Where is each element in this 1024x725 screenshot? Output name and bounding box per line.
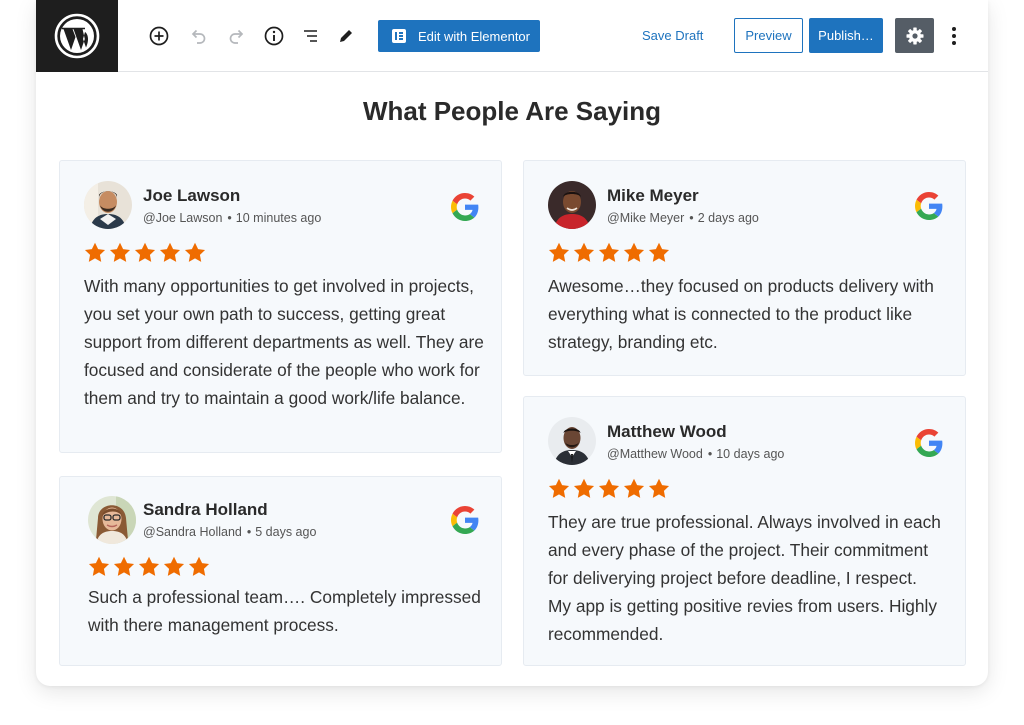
avatar xyxy=(88,496,136,544)
reviewer-name: Sandra Holland xyxy=(143,500,268,519)
dot-icon xyxy=(952,27,956,31)
star-icon xyxy=(623,478,645,498)
wordpress-logo-button[interactable] xyxy=(36,0,118,72)
pencil-icon[interactable] xyxy=(334,24,358,48)
review-meta: @Sandra Holland • 5 days ago xyxy=(143,525,316,539)
avatar xyxy=(548,417,596,465)
review-text: They are true professional. Always invol… xyxy=(548,512,941,644)
reviewer-handle: @Mike Meyer xyxy=(607,211,685,225)
star-icon xyxy=(184,242,206,262)
review-time: 2 days ago xyxy=(697,211,759,225)
editor-window: Edit with Elementor Save Draft Preview P… xyxy=(36,0,988,686)
reviewer-name: Joe Lawson xyxy=(143,186,241,205)
review-card: Sandra Holland @Sandra Holland • 5 days ag… xyxy=(59,476,502,666)
reviewer-name: Mike Meyer xyxy=(607,186,699,205)
review-card: Mike Meyer @Mike Meyer • 2 days ago Awesom… xyxy=(523,160,966,376)
separator-dot: • xyxy=(246,525,252,539)
dot-icon xyxy=(952,41,956,45)
separator-dot: • xyxy=(707,447,713,461)
more-options-button[interactable] xyxy=(944,24,964,48)
star-icon xyxy=(109,242,131,262)
review-meta: @Joe Lawson • 10 minutes ago xyxy=(143,211,321,225)
undo-icon[interactable] xyxy=(186,24,210,48)
edit-with-elementor-label: Edit with Elementor xyxy=(418,28,530,44)
editor-toolbar: Edit with Elementor Save Draft Preview P… xyxy=(36,0,988,72)
star-icon xyxy=(573,242,595,262)
review-text: Such a professional team…. Completely im… xyxy=(88,587,481,635)
reviewer-name: Matthew Wood xyxy=(607,422,727,441)
review-time: 10 minutes ago xyxy=(235,211,322,225)
star-icon xyxy=(573,478,595,498)
dot-icon xyxy=(952,34,956,38)
settings-button[interactable] xyxy=(895,18,934,53)
avatar xyxy=(84,181,132,229)
star-icon xyxy=(598,242,620,262)
google-icon xyxy=(451,506,479,534)
review-time: 5 days ago xyxy=(255,525,317,539)
reviewer-handle: @Matthew Wood xyxy=(607,447,703,461)
page-title: What People Are Saying xyxy=(362,96,662,126)
add-block-icon[interactable] xyxy=(147,24,171,48)
star-rating xyxy=(548,478,670,499)
star-icon xyxy=(548,242,570,262)
review-text: Awesome…they focused on products deliver… xyxy=(548,276,934,352)
review-card: Matthew Wood @Matthew Wood • 10 days ago T… xyxy=(523,396,966,666)
separator-dot: • xyxy=(689,211,694,225)
save-draft-button[interactable]: Save Draft xyxy=(642,28,703,43)
redo-icon[interactable] xyxy=(225,24,249,48)
gear-icon xyxy=(906,27,923,44)
star-icon xyxy=(548,478,570,498)
reviewer-handle: @Joe Lawson xyxy=(143,211,223,225)
edit-with-elementor-button[interactable]: Edit with Elementor xyxy=(378,20,540,52)
star-icon xyxy=(648,242,670,262)
preview-button[interactable]: Preview xyxy=(734,18,803,53)
star-icon xyxy=(138,556,160,576)
star-rating xyxy=(88,556,210,577)
reviewer-handle: @Sandra Holland xyxy=(143,525,242,539)
star-rating xyxy=(548,242,670,263)
star-rating xyxy=(84,242,206,263)
wordpress-logo-icon xyxy=(54,13,100,59)
star-icon xyxy=(88,556,110,576)
star-icon xyxy=(84,242,106,262)
review-meta: @Mike Meyer • 2 days ago xyxy=(607,211,759,225)
review-meta: @Matthew Wood • 10 days ago xyxy=(607,447,784,461)
star-icon xyxy=(113,556,135,576)
review-text: With many opportunities to get involved … xyxy=(84,276,484,408)
google-icon xyxy=(915,192,943,220)
review-time: 10 days ago xyxy=(716,447,785,461)
publish-button[interactable]: Publish… xyxy=(809,18,883,53)
block-navigation-icon[interactable] xyxy=(299,24,323,48)
google-icon xyxy=(451,193,479,221)
star-icon xyxy=(163,556,185,576)
star-icon xyxy=(598,478,620,498)
info-icon[interactable] xyxy=(262,24,286,48)
google-icon xyxy=(915,429,943,457)
star-icon xyxy=(623,242,645,262)
separator-dot: • xyxy=(227,211,232,225)
star-icon xyxy=(134,242,156,262)
elementor-icon xyxy=(392,29,406,43)
star-icon xyxy=(188,556,210,576)
star-icon xyxy=(159,242,181,262)
star-icon xyxy=(648,478,670,498)
review-card: Joe Lawson @Joe Lawson • 10 minutes ago Wi… xyxy=(59,160,502,453)
avatar xyxy=(548,181,596,229)
